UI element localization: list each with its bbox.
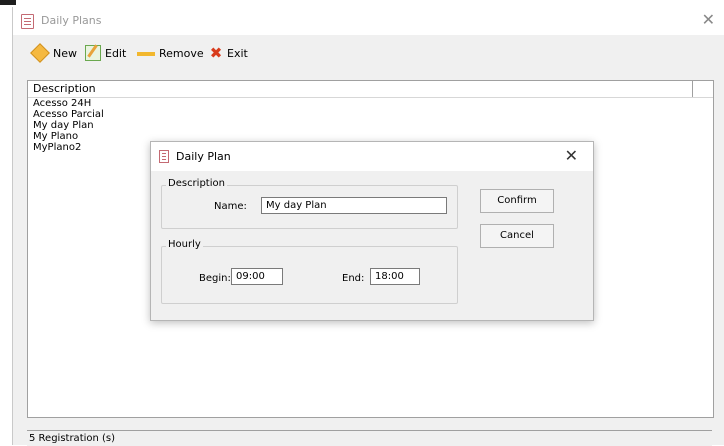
exit-button-label: Exit xyxy=(227,46,248,60)
list-item[interactable]: MyPlano2 xyxy=(33,142,81,153)
daily-plan-dialog: Daily Plan ✕ Description Name: Hourly Be… xyxy=(150,141,594,321)
begin-label: Begin: xyxy=(199,273,231,284)
description-group: Description Name: xyxy=(161,178,458,229)
list-item[interactable]: Acesso 24H xyxy=(33,98,91,109)
close-icon[interactable]: ✕ xyxy=(565,146,578,165)
new-button[interactable]: New xyxy=(30,43,77,63)
exit-button[interactable]: ✖ Exit xyxy=(209,44,248,62)
hourly-group-label: Hourly xyxy=(166,239,203,250)
new-diamond-icon xyxy=(30,43,50,63)
list-item[interactable]: My day Plan xyxy=(33,120,94,131)
new-button-label: New xyxy=(53,46,77,60)
edit-button[interactable]: Edit xyxy=(85,44,126,62)
remove-icon xyxy=(137,52,155,56)
edit-icon xyxy=(85,45,101,61)
dialog-title: Daily Plan xyxy=(176,150,231,163)
hourly-group: Hourly Begin: End: xyxy=(161,239,458,304)
name-label: Name: xyxy=(214,201,247,212)
status-text: 5 Registration (s) xyxy=(29,433,116,444)
begin-time-field[interactable] xyxy=(231,268,283,285)
dialog-title-bar: Daily Plan ✕ xyxy=(151,142,593,171)
exit-x-icon: ✖ xyxy=(209,44,223,62)
end-label: End: xyxy=(342,273,365,284)
column-description[interactable]: Description xyxy=(33,82,96,95)
name-field[interactable] xyxy=(261,197,447,214)
top-strip-block xyxy=(0,0,16,5)
description-group-label: Description xyxy=(166,178,227,189)
document-icon xyxy=(21,14,34,29)
remove-button[interactable]: Remove xyxy=(137,44,204,62)
status-bar: 5 Registration (s) xyxy=(27,430,712,446)
remove-button-label: Remove xyxy=(159,46,204,60)
list-item[interactable]: Acesso Parcial xyxy=(33,109,104,120)
title-bar: Daily Plans ✕ xyxy=(13,7,724,35)
end-time-field[interactable] xyxy=(370,268,420,285)
window-title: Daily Plans xyxy=(41,14,102,27)
list-header[interactable]: Description xyxy=(28,81,713,98)
cancel-button[interactable]: Cancel xyxy=(480,224,554,248)
confirm-button[interactable]: Confirm xyxy=(480,189,554,213)
column-divider[interactable] xyxy=(692,81,693,97)
list-item[interactable]: My Plano xyxy=(33,131,78,142)
edit-button-label: Edit xyxy=(105,46,127,60)
document-icon xyxy=(159,150,169,163)
close-icon[interactable]: ✕ xyxy=(702,10,715,29)
toolbar: New Edit Remove ✖ Exit xyxy=(13,37,724,71)
top-strip xyxy=(0,0,724,7)
